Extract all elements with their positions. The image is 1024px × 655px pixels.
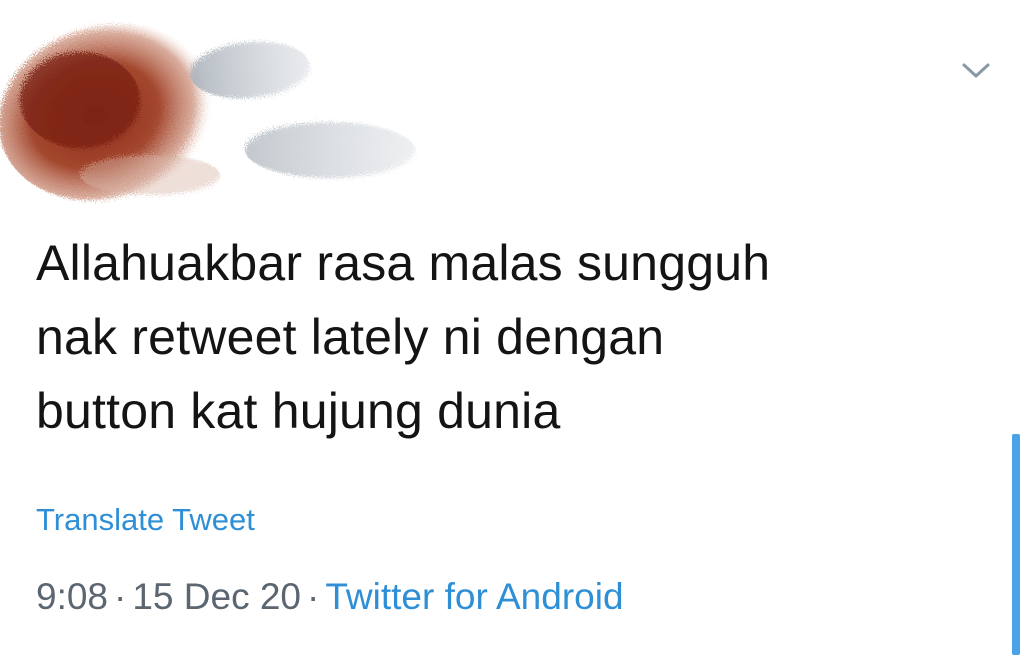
tweet-date: 15 Dec 20: [132, 576, 302, 617]
separator: ·: [307, 576, 320, 617]
chevron-down-icon: [962, 63, 990, 78]
tweet-metadata: 9:08 · 15 Dec 20 · Twitter for Android: [36, 574, 624, 620]
tweet-menu-button[interactable]: [956, 56, 996, 86]
separator: ·: [114, 576, 127, 617]
tweet-text: Allahuakbar rasa malas sungguh nak retwe…: [36, 235, 771, 439]
tweet-source-link[interactable]: Twitter for Android: [325, 576, 623, 617]
tweet-detail-screen: Allahuakbar rasa malas sungguh nak retwe…: [0, 0, 1024, 655]
tweet-time: 9:08: [36, 576, 109, 617]
redacted-avatar-and-name: [0, 23, 415, 201]
translate-tweet-link[interactable]: Translate Tweet: [36, 500, 255, 540]
scroll-indicator[interactable]: [1012, 434, 1020, 655]
